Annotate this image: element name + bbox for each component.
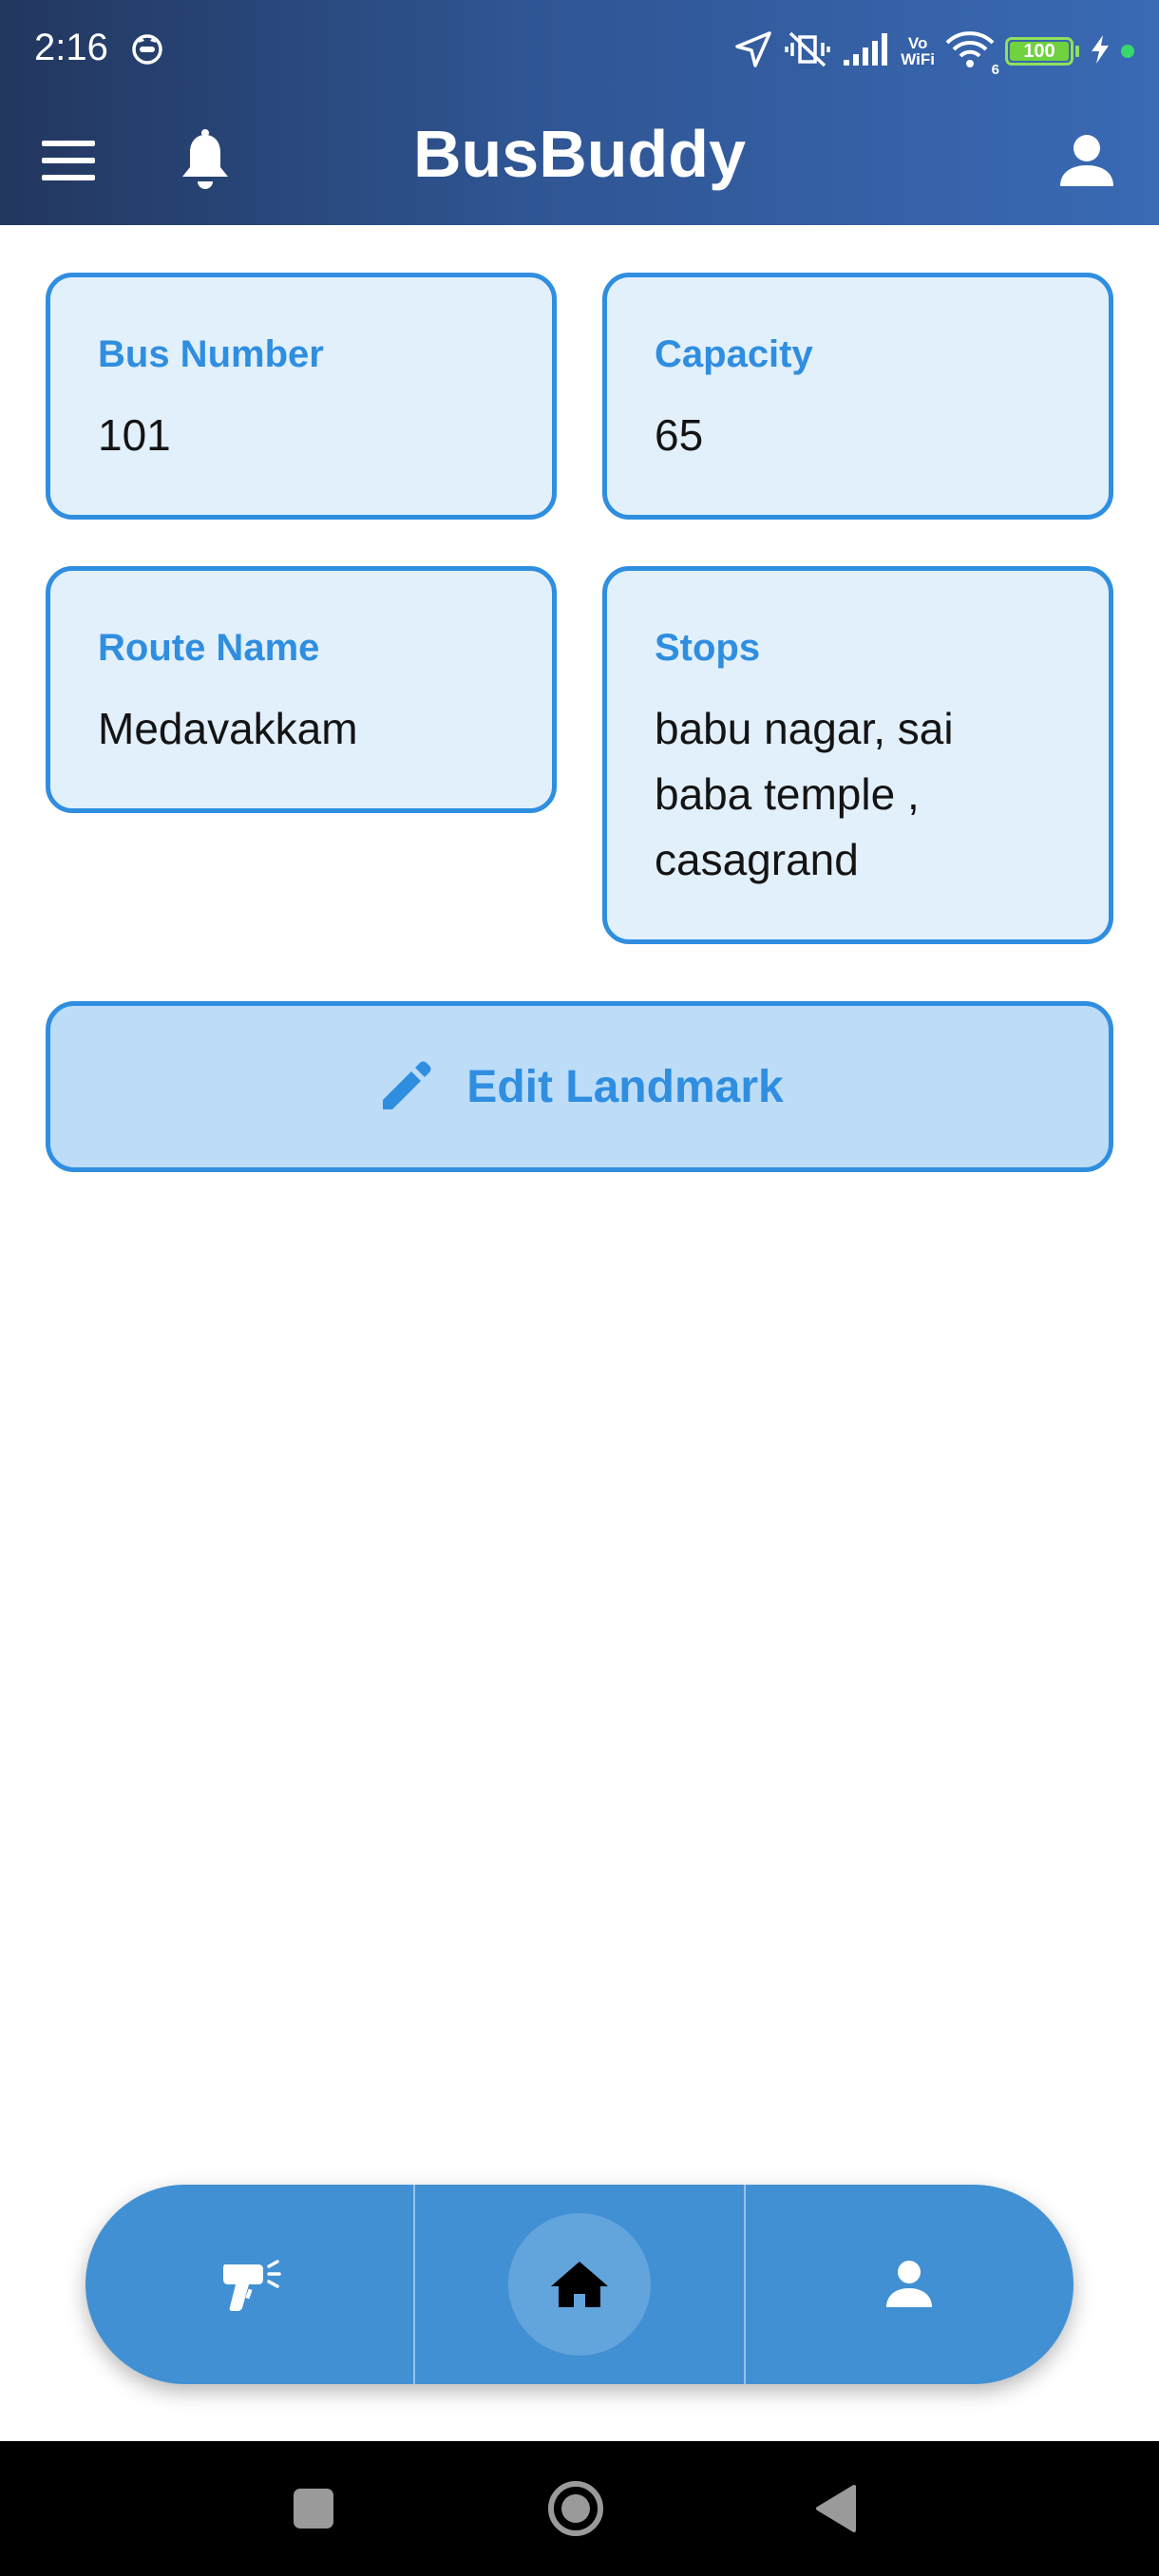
home-icon (550, 2262, 608, 2307)
vibrate-off-icon (783, 29, 832, 74)
edit-landmark-button[interactable]: Edit Landmark (46, 1001, 1113, 1172)
header: 2:16 Vo WiFi 6 100 BusBuddy (0, 0, 1159, 225)
nav-home[interactable] (415, 2185, 743, 2384)
capacity-value: 65 (655, 410, 704, 460)
vowifi-indicator: Vo WiFi (901, 35, 935, 67)
status-icons: Vo WiFi 6 100 (733, 25, 1134, 78)
person-icon (886, 2261, 933, 2307)
bus-number-card: Bus Number 101 (46, 273, 557, 520)
person-icon (1060, 135, 1113, 186)
status-bar: 2:16 Vo WiFi 6 100 (0, 0, 1159, 99)
back-button[interactable] (798, 2441, 874, 2576)
notification-cat-icon (130, 31, 164, 70)
system-nav-bar (0, 2441, 1159, 2576)
recents-button[interactable] (276, 2441, 352, 2576)
route-name-card: Route Name Medavakkam (46, 566, 557, 813)
privacy-dot (1121, 45, 1134, 58)
app-bar: BusBuddy (0, 99, 1159, 225)
capacity-card: Capacity 65 (602, 273, 1113, 520)
capacity-label: Capacity (655, 333, 813, 375)
charging-icon (1089, 33, 1112, 70)
edit-landmark-label: Edit Landmark (466, 1061, 784, 1112)
battery-icon: 100 (1005, 37, 1074, 66)
signal-icon (842, 31, 891, 72)
battery-level: 100 (1023, 41, 1055, 62)
square-icon (294, 2489, 333, 2529)
bus-number-label: Bus Number (98, 333, 324, 375)
vowifi-label-top: Vo (907, 34, 928, 52)
pencil-icon (383, 1061, 431, 1109)
app-title: BusBuddy (413, 117, 746, 191)
stops-card: Stops babu nagar, sai baba temple , casa… (602, 566, 1113, 944)
screen: 2:16 Vo WiFi 6 100 BusBuddy Bus Number 1… (0, 0, 1159, 2576)
scanner-icon (222, 2260, 281, 2311)
location-icon (733, 29, 773, 74)
back-triangle-icon (816, 2485, 856, 2532)
circle-icon (548, 2481, 603, 2536)
vowifi-label-bottom: WiFi (901, 50, 935, 68)
home-active-bubble (507, 2213, 651, 2356)
stops-label: Stops (655, 627, 761, 669)
home-system-button[interactable] (538, 2441, 614, 2576)
route-name-label: Route Name (98, 627, 320, 669)
stops-value: babu nagar, sai baba temple , casagrand (655, 704, 954, 884)
nav-profile[interactable] (746, 2185, 1074, 2384)
profile-button[interactable] (1053, 127, 1121, 196)
nav-scanner[interactable] (86, 2185, 413, 2384)
wifi-sub-label: 6 (991, 61, 999, 78)
wifi-icon: 6 (944, 29, 999, 78)
battery-tip (1075, 46, 1079, 57)
bottom-nav (86, 2185, 1074, 2384)
bus-number-value: 101 (98, 410, 171, 460)
route-name-value: Medavakkam (98, 704, 358, 753)
status-time: 2:16 (34, 27, 108, 68)
